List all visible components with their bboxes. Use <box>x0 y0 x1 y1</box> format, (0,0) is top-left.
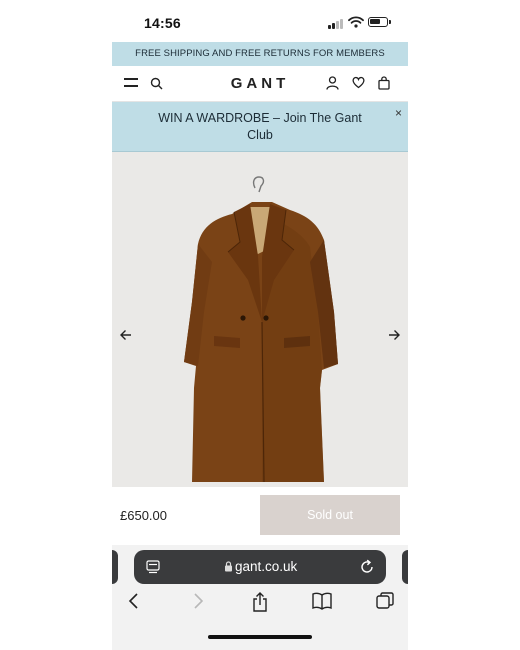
product-price: £650.00 <box>120 508 167 523</box>
product-gallery[interactable] <box>112 152 408 487</box>
phone-screen: 14:56 FREE SHIPPING AND FREE RETURNS FOR… <box>112 0 408 650</box>
buy-bar: £650.00 Sold out <box>112 487 408 545</box>
heart-icon[interactable] <box>352 76 365 89</box>
browser-actions <box>112 592 408 618</box>
signal-icon <box>328 18 344 29</box>
status-time: 14:56 <box>144 15 181 31</box>
arrow-left-icon[interactable] <box>119 328 133 342</box>
arrow-right-icon[interactable] <box>387 328 401 342</box>
address-bar[interactable]: gant.co.uk <box>134 550 386 584</box>
reload-icon[interactable] <box>360 559 374 574</box>
status-bar: 14:56 <box>112 0 408 42</box>
shipping-banner[interactable]: FREE SHIPPING AND FREE RETURNS FOR MEMBE… <box>112 42 408 66</box>
tabs-overview-icon[interactable] <box>146 560 160 574</box>
bookmarks-icon[interactable] <box>312 592 332 615</box>
sold-out-button[interactable]: Sold out <box>260 495 400 535</box>
battery-icon <box>368 17 391 27</box>
promo-text[interactable]: WIN A WARDROBE – Join The Gant Club <box>152 110 368 144</box>
bag-icon[interactable] <box>378 76 390 90</box>
url-text[interactable]: gant.co.uk <box>235 559 297 574</box>
lock-icon <box>225 561 232 572</box>
share-icon[interactable] <box>252 592 268 617</box>
close-icon[interactable]: × <box>395 106 402 120</box>
browser-toolbar: gant.co.uk <box>112 545 408 650</box>
promo-banner[interactable]: WIN A WARDROBE – Join The Gant Club × <box>112 102 408 152</box>
wifi-icon <box>348 16 364 28</box>
user-icon[interactable] <box>326 76 339 90</box>
home-indicator[interactable] <box>208 635 312 639</box>
previous-tab-preview[interactable] <box>112 550 118 584</box>
tabs-icon[interactable] <box>376 592 394 615</box>
site-header: GANT <box>112 66 408 102</box>
coat-image <box>184 176 338 483</box>
back-icon[interactable] <box>127 592 141 615</box>
forward-icon[interactable] <box>191 592 205 615</box>
next-tab-preview[interactable] <box>402 550 408 584</box>
